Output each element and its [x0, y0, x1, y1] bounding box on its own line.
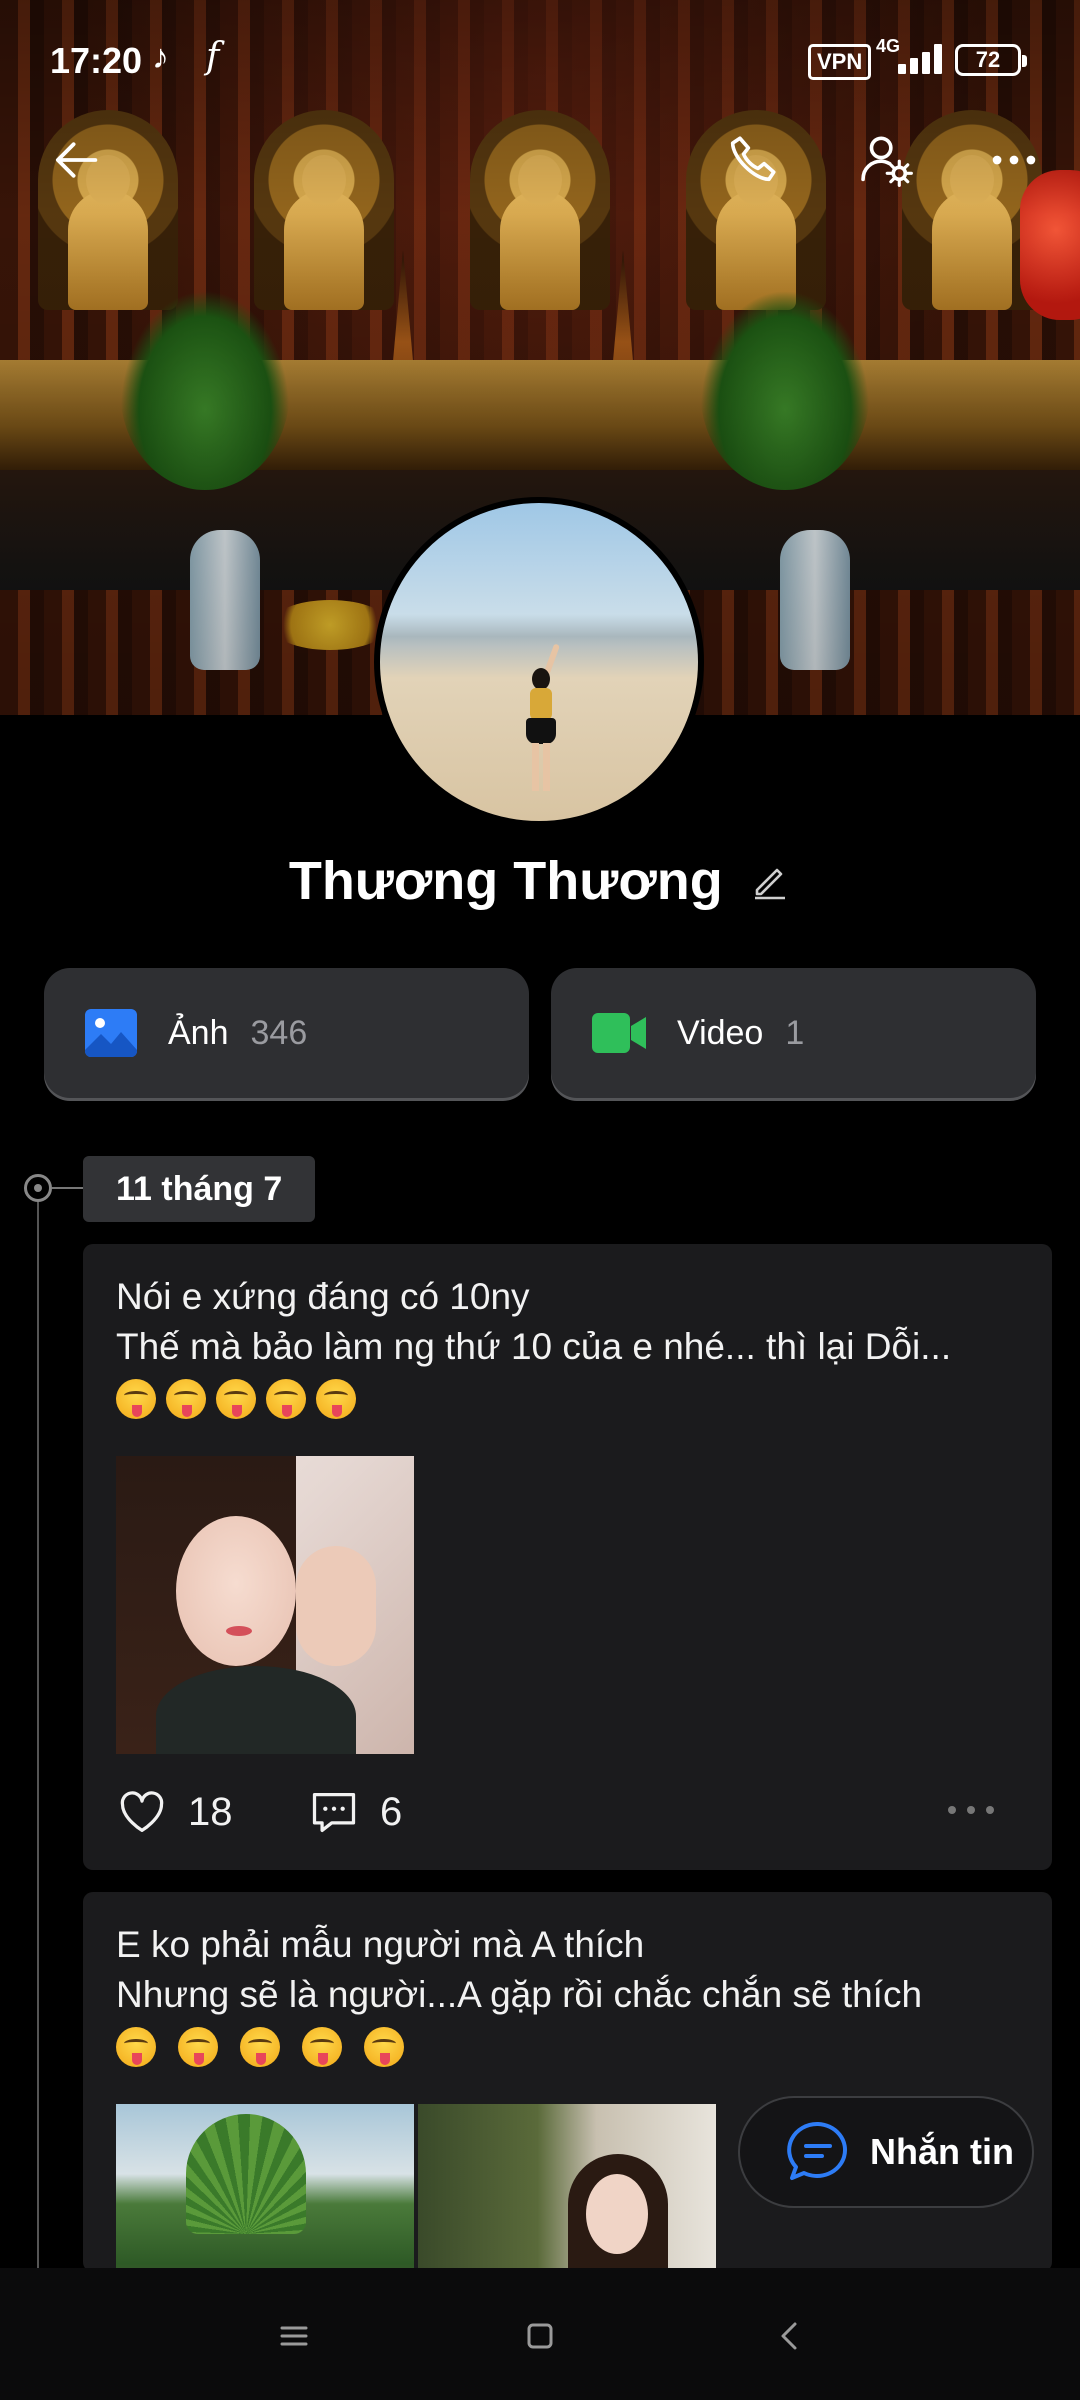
battery-icon: 72	[955, 44, 1027, 76]
vpn-badge: VPN	[808, 44, 872, 80]
cover-buddha-statue	[249, 110, 399, 350]
cover-altar	[0, 360, 1080, 470]
comment-count: 6	[380, 1789, 403, 1834]
post-text-line: E ko phải mẫu người mà A thích	[116, 1924, 645, 1965]
post-text-line: Nhưng sẽ là người...A gặp rồi chắc chắn …	[116, 1974, 923, 2015]
squinting-face-with-tongue-icon	[316, 1379, 356, 1420]
avatar[interactable]	[374, 497, 704, 827]
avatar-figure-legs	[532, 743, 550, 791]
cover-vase	[780, 530, 850, 670]
post-card[interactable]: E ko phải mẫu người mà A thích Nhưng sẽ …	[83, 1892, 1052, 2272]
post-card[interactable]: Nói e xứng đáng có 10ny Thế mà bảo làm n…	[83, 1244, 1052, 1870]
squinting-face-with-tongue-icon	[364, 2027, 404, 2068]
videos-label: Video	[677, 1013, 764, 1052]
post-photo[interactable]	[116, 2104, 414, 2272]
timeline-date: 11 tháng 7	[83, 1156, 316, 1222]
squinting-face-with-tongue-icon	[302, 2027, 342, 2068]
timeline-node-icon	[24, 1174, 52, 1202]
post-photo[interactable]	[116, 1456, 414, 1754]
back-icon[interactable]	[762, 2308, 818, 2364]
profile-name-row: Thương Thương	[0, 850, 1080, 912]
tiktok-icon: ♪	[152, 38, 169, 76]
squinting-face-with-tongue-icon	[266, 1379, 306, 1420]
emoji-row	[116, 2020, 1026, 2070]
emoji-row	[116, 1372, 1026, 1422]
photo-hand	[296, 1546, 376, 1666]
comment-icon	[312, 1793, 356, 1833]
pencil-icon[interactable]	[749, 860, 791, 902]
timeline-connector	[52, 1187, 84, 1189]
message-button[interactable]: Nhắn tin	[738, 2096, 1034, 2208]
chat-bubble-icon	[787, 2121, 848, 2180]
like-count: 18	[188, 1789, 233, 1834]
avatar-figure-body	[530, 688, 552, 720]
message-button-label: Nhắn tin	[870, 2131, 1014, 2172]
status-bar: 17:20 ♪ f VPN 4G 72	[0, 0, 1080, 120]
photo-shirt	[156, 1666, 356, 1754]
post-photo[interactable]	[418, 2104, 716, 2272]
avatar-figure-skirt	[526, 718, 556, 744]
photo-palm-tree	[186, 2114, 306, 2234]
squinting-face-with-tongue-icon	[178, 2027, 218, 2068]
squinting-face-with-tongue-icon	[216, 1379, 256, 1420]
photo-face	[586, 2174, 648, 2254]
system-nav-bar	[0, 2268, 1080, 2400]
cover-plant	[120, 290, 290, 490]
more-options-icon[interactable]	[974, 120, 1054, 200]
facebook-icon: f	[206, 36, 220, 77]
photo-lips	[226, 1626, 252, 1636]
squinting-face-with-tongue-icon	[116, 2027, 156, 2068]
photos-count: 346	[250, 1013, 308, 1052]
squinting-face-with-tongue-icon	[166, 1379, 206, 1420]
image-icon	[85, 1009, 137, 1057]
squinting-face-with-tongue-icon	[240, 2027, 280, 2068]
menu-icon[interactable]	[266, 2308, 322, 2364]
like-button[interactable]: 18	[116, 1782, 233, 1842]
post-text: Nói e xứng đáng có 10ny Thế mà bảo làm n…	[116, 1272, 1026, 1422]
video-camera-icon	[592, 1013, 646, 1053]
cover-pagoda-tower	[382, 250, 424, 480]
videos-count: 1	[785, 1013, 805, 1052]
cover-buddha-statue	[465, 110, 615, 350]
timeline-line	[37, 1188, 39, 2268]
post-text-line: Nói e xứng đáng có 10ny	[116, 1276, 530, 1317]
heart-icon	[120, 1791, 164, 1833]
post-actions: 18 6	[116, 1782, 1026, 1842]
photo-face	[176, 1516, 296, 1666]
post-more-icon[interactable]	[946, 1800, 996, 1820]
comment-button[interactable]: 6	[308, 1782, 402, 1842]
photos-label: Ảnh	[168, 1013, 229, 1052]
signal-icon	[880, 42, 942, 74]
cover-flowers	[270, 600, 390, 650]
phone-call-icon[interactable]	[712, 120, 792, 200]
back-arrow-icon[interactable]	[36, 120, 116, 200]
cover-pagoda-tower	[602, 250, 644, 480]
user-settings-icon[interactable]	[846, 120, 926, 200]
videos-button[interactable]: Video 1	[551, 968, 1036, 1098]
cover-vase	[190, 530, 260, 670]
post-text: E ko phải mẫu người mà A thích Nhưng sẽ …	[116, 1920, 1026, 2070]
profile-name: Thương Thương	[288, 851, 723, 911]
avatar-figure-head	[532, 668, 550, 690]
cover-plant	[700, 290, 870, 490]
status-time: 17:20	[50, 40, 143, 81]
squinting-face-with-tongue-icon	[116, 1379, 156, 1420]
photos-button[interactable]: Ảnh 346	[44, 968, 529, 1098]
post-text-line: Thế mà bảo làm ng thứ 10 của e nhé... th…	[116, 1326, 952, 1367]
home-icon[interactable]	[512, 2308, 568, 2364]
